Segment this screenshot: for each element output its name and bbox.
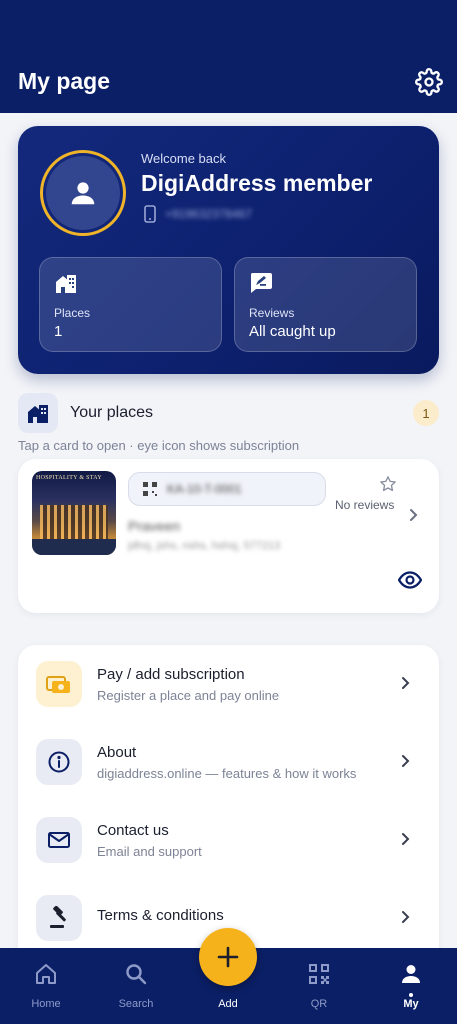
place-code: KA-10-T-0001 (167, 482, 242, 496)
review-status: No reviews (335, 498, 395, 512)
gavel-icon (36, 895, 82, 941)
star-icon[interactable] (379, 475, 397, 498)
qr-icon (307, 962, 331, 991)
menu-title: Pay / add subscription (97, 666, 245, 683)
building-icon (54, 272, 78, 299)
nav-label: My (403, 998, 419, 1010)
info-icon (36, 739, 82, 785)
reviews-stat[interactable]: Reviews All caught up (234, 257, 417, 352)
menu-subtitle: Register a place and pay online (97, 688, 280, 703)
section-title: Your places (70, 404, 154, 421)
place-code-pill: KA-10-T-0001 (128, 472, 326, 506)
menu-card: Pay / add subscription Register a place … (18, 645, 439, 965)
menu-subtitle: Email and support (97, 844, 202, 859)
home-icon (34, 962, 58, 991)
welcome-text: Welcome back (141, 151, 227, 166)
menu-title: Terms & conditions (97, 907, 224, 924)
search-icon (124, 962, 148, 991)
place-thumbnail: HOSPITALITY & STAY (32, 471, 116, 555)
qr-icon (143, 482, 157, 496)
plus-icon (217, 946, 239, 968)
places-stat[interactable]: Places 1 (39, 257, 222, 352)
building-icon (18, 393, 58, 433)
page-title: My page (18, 68, 111, 94)
nav-my[interactable]: My (376, 948, 446, 1024)
menu-item-contact[interactable]: Contact us Email and support (18, 801, 439, 879)
active-indicator (409, 993, 413, 997)
phone-number: +919632378467 (165, 207, 253, 221)
nav-label: Add (218, 998, 238, 1010)
place-owner: Praveen (128, 518, 181, 534)
menu-title: Contact us (97, 822, 169, 839)
person-icon (46, 156, 120, 230)
places-hint: Tap a card to open · eye icon shows subs… (18, 438, 300, 453)
avatar[interactable] (40, 150, 126, 236)
reviews-stat-value: All caught up (249, 323, 336, 340)
place-address: jdhsj, jshs, nshs, hshsj, 577213 (128, 540, 281, 552)
chevron-right-icon (400, 910, 412, 929)
review-icon (249, 272, 273, 299)
phone-icon (144, 205, 156, 223)
nav-search[interactable]: Search (101, 948, 171, 1024)
places-stat-value: 1 (54, 323, 63, 340)
nav-label: Search (118, 998, 154, 1010)
menu-item-about[interactable]: About digiaddress.online — features & ho… (18, 723, 439, 801)
thumbnail-caption: HOSPITALITY & STAY (36, 475, 102, 481)
chevron-right-icon (408, 508, 420, 527)
chevron-right-icon (400, 754, 412, 773)
member-card: Welcome back DigiAddress member +9196323… (18, 126, 439, 374)
place-card[interactable]: HOSPITALITY & STAY KA-10-T-0001 No revie… (18, 459, 439, 613)
member-name: DigiAddress member (141, 170, 373, 196)
payment-icon (36, 661, 82, 707)
places-count-badge: 1 (413, 400, 439, 426)
places-stat-label: Places (54, 306, 91, 320)
gear-icon[interactable] (415, 68, 443, 96)
reviews-stat-label: Reviews (249, 306, 295, 320)
header-bar: My page (0, 0, 457, 113)
person-icon (399, 962, 423, 991)
mail-icon (36, 817, 82, 863)
menu-item-subscription[interactable]: Pay / add subscription Register a place … (18, 645, 439, 723)
nav-label: Home (31, 998, 61, 1010)
eye-icon[interactable] (397, 571, 423, 594)
nav-label: QR (310, 998, 328, 1010)
nav-qr[interactable]: QR (284, 948, 354, 1024)
chevron-right-icon (400, 676, 412, 695)
phone-row: +919632378467 (143, 205, 252, 223)
menu-title: About (97, 744, 137, 761)
add-button[interactable] (199, 928, 257, 986)
menu-subtitle: digiaddress.online — features & how it w… (97, 766, 357, 781)
chevron-right-icon (400, 832, 412, 851)
nav-home[interactable]: Home (11, 948, 81, 1024)
